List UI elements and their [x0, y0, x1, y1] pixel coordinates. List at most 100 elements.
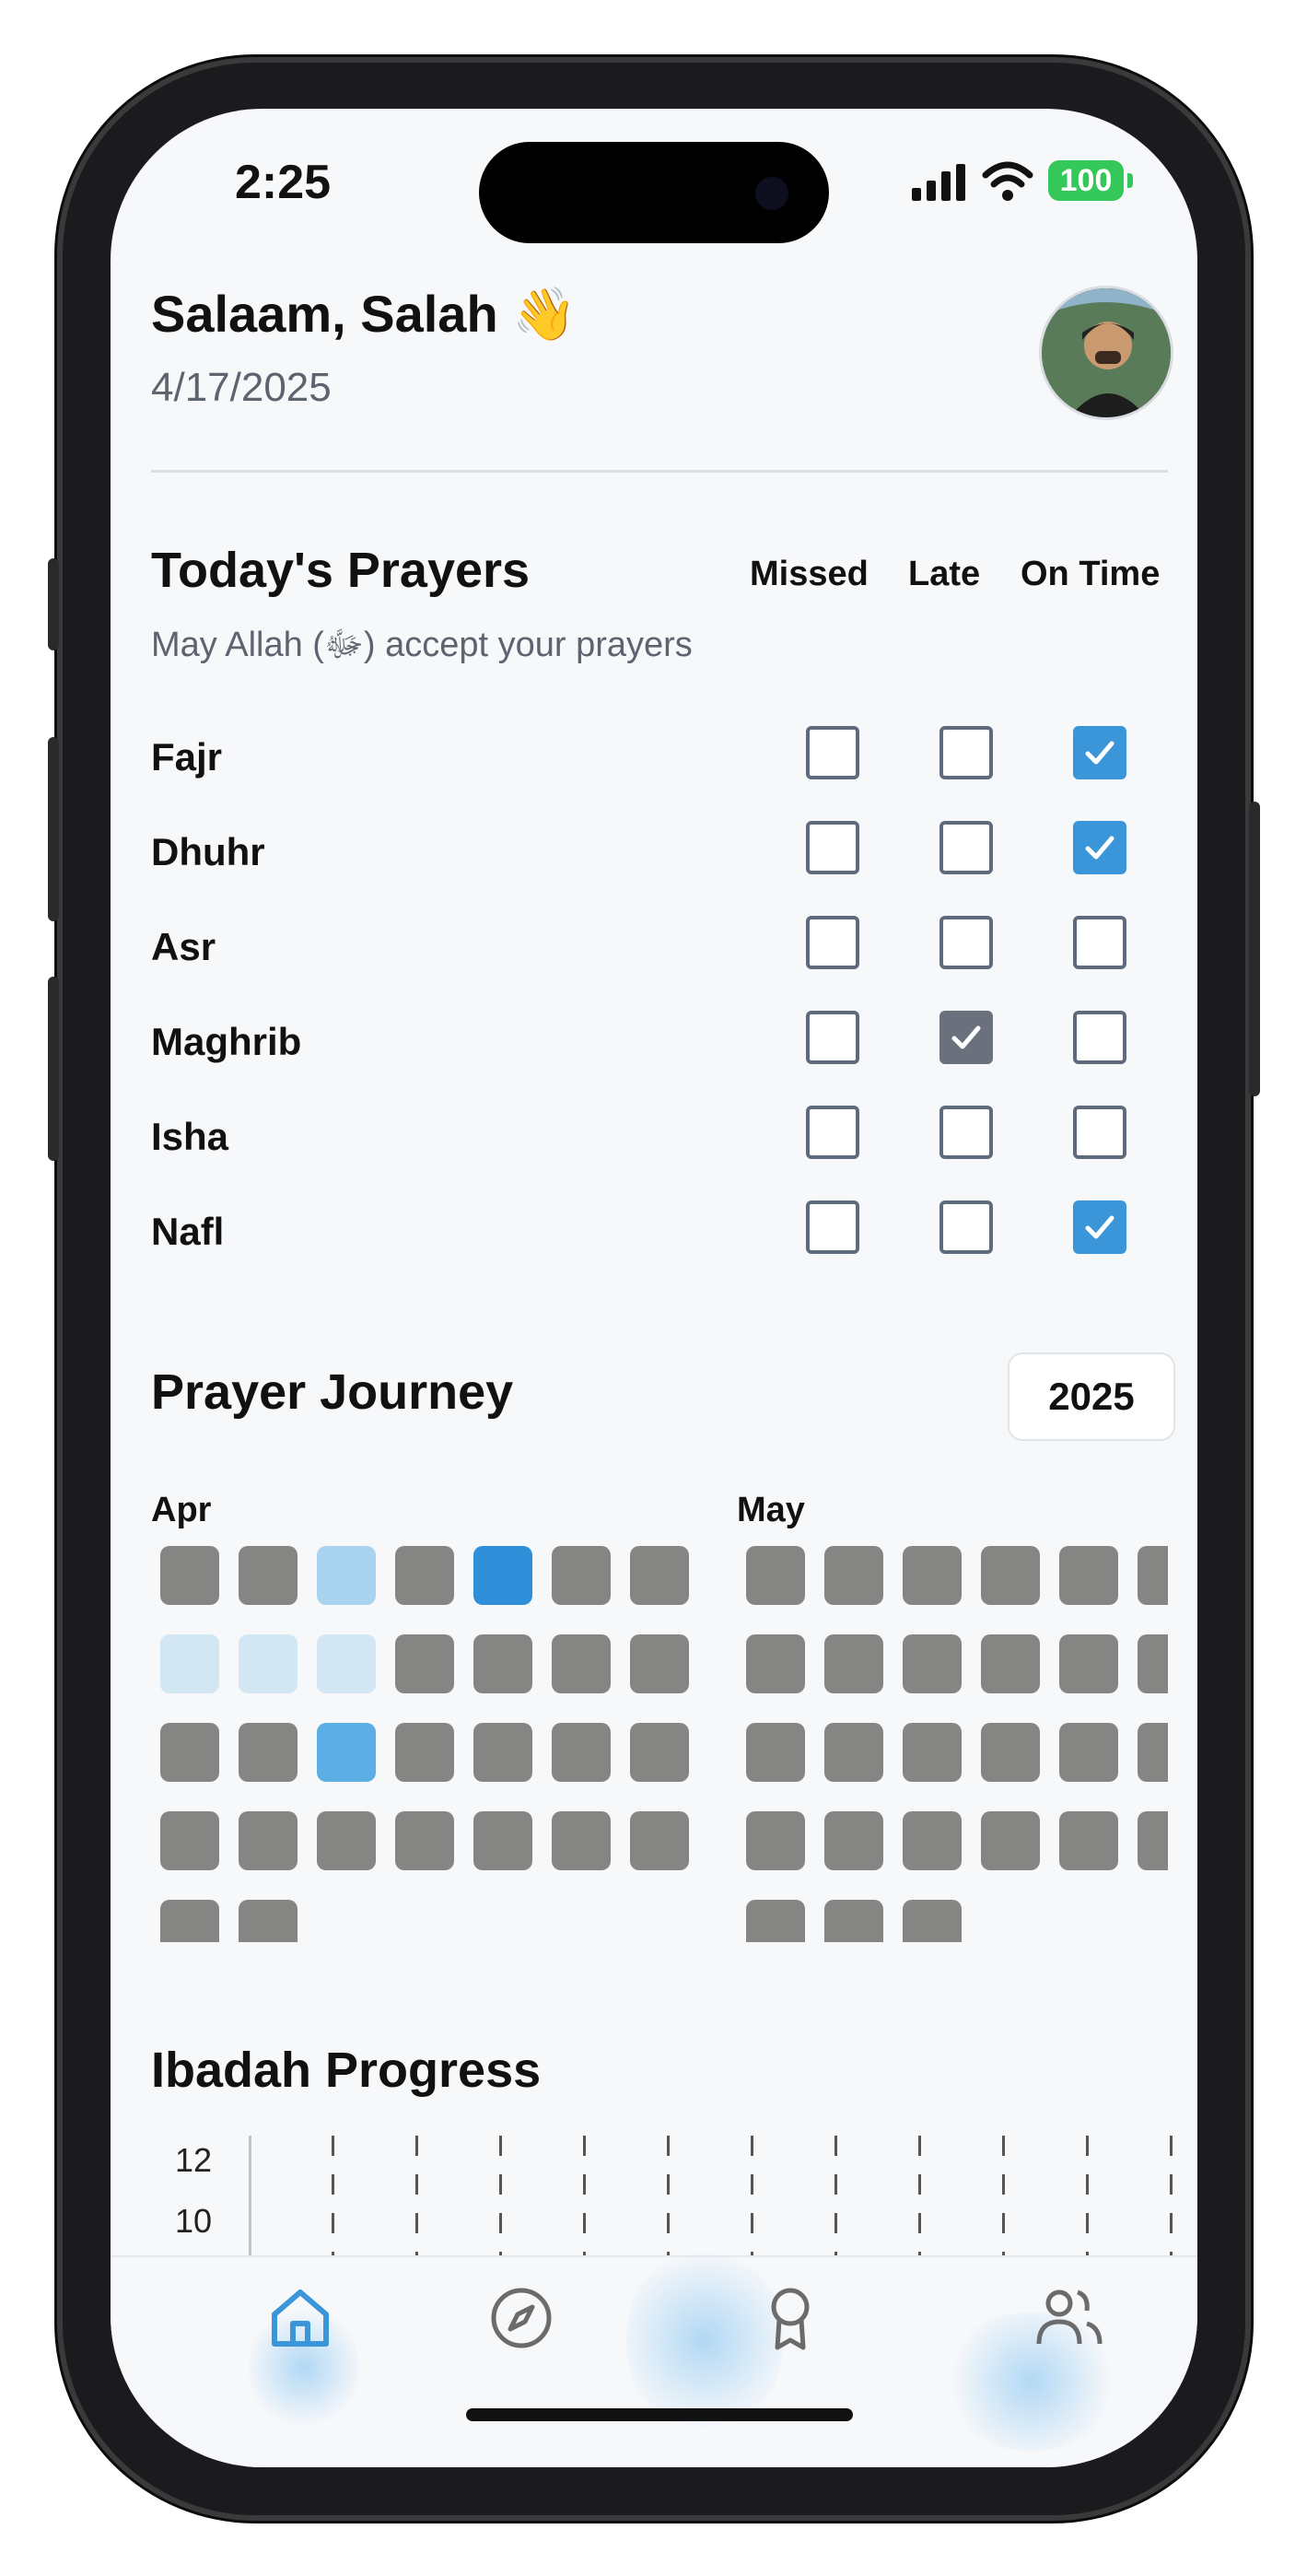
day-cell-may-18[interactable] [981, 1723, 1040, 1782]
battery-indicator: 100 [1048, 160, 1124, 201]
prayers-subtitle: May Allah (ﷻ) accept your prayers [151, 626, 693, 664]
day-cell-may-23[interactable] [824, 1811, 883, 1870]
day-cell-apr-30[interactable] [239, 1900, 298, 1942]
checkbox-asr-missed[interactable] [806, 916, 859, 969]
checkbox-isha-missed[interactable] [806, 1106, 859, 1159]
day-cell-apr-10[interactable] [317, 1634, 376, 1693]
chart-gridline [332, 2136, 334, 2255]
day-cell-may-12[interactable] [1059, 1634, 1118, 1693]
status-time: 2:25 [235, 156, 332, 209]
day-cell-apr-5[interactable] [473, 1546, 532, 1605]
checkbox-fajr-late[interactable] [939, 726, 993, 779]
day-cell-may-24[interactable] [903, 1811, 962, 1870]
day-cell-apr-22[interactable] [160, 1811, 219, 1870]
day-cell-apr-26[interactable] [473, 1811, 532, 1870]
day-cell-apr-24[interactable] [317, 1811, 376, 1870]
camera-icon [755, 177, 788, 210]
volume-down-button [48, 977, 59, 1161]
day-cell-apr-19[interactable] [473, 1723, 532, 1782]
home-icon[interactable] [263, 2281, 337, 2355]
tab-bar [111, 2239, 1197, 2467]
day-cell-may-20[interactable] [1138, 1723, 1168, 1782]
day-cell-apr-21[interactable] [630, 1723, 689, 1782]
day-cell-may-29[interactable] [746, 1900, 805, 1942]
users-icon[interactable] [1032, 2281, 1105, 2355]
compass-icon[interactable] [484, 2281, 558, 2355]
action-button [48, 558, 59, 650]
day-cell-may-16[interactable] [824, 1723, 883, 1782]
day-cell-apr-8[interactable] [160, 1634, 219, 1693]
day-cell-apr-14[interactable] [630, 1634, 689, 1693]
day-cell-may-25[interactable] [981, 1811, 1040, 1870]
day-cell-may-15[interactable] [746, 1723, 805, 1782]
checkbox-nafl-on-time[interactable] [1073, 1200, 1126, 1254]
day-cell-apr-23[interactable] [239, 1811, 298, 1870]
checkbox-nafl-late[interactable] [939, 1200, 993, 1254]
day-cell-apr-29[interactable] [160, 1900, 219, 1942]
day-cell-apr-17[interactable] [317, 1723, 376, 1782]
prayer-name-maghrib: Maghrib [151, 1020, 302, 1063]
column-missed: Missed [750, 555, 869, 593]
day-cell-apr-2[interactable] [239, 1546, 298, 1605]
day-cell-may-30[interactable] [824, 1900, 883, 1942]
day-cell-may-13[interactable] [1138, 1634, 1168, 1693]
checkbox-dhuhr-missed[interactable] [806, 821, 859, 874]
day-cell-apr-11[interactable] [395, 1634, 454, 1693]
day-cell-apr-18[interactable] [395, 1723, 454, 1782]
day-cell-may-22[interactable] [746, 1811, 805, 1870]
day-cell-may-10[interactable] [903, 1634, 962, 1693]
day-cell-may-11[interactable] [981, 1634, 1040, 1693]
day-cell-apr-7[interactable] [630, 1546, 689, 1605]
checkbox-asr-on-time[interactable] [1073, 916, 1126, 969]
month-label-may: May [737, 1491, 805, 1529]
day-cell-apr-28[interactable] [630, 1811, 689, 1870]
month-label-apr: Apr [151, 1491, 212, 1529]
checkbox-maghrib-on-time[interactable] [1073, 1011, 1126, 1064]
day-cell-may-31[interactable] [903, 1900, 962, 1942]
checkbox-fajr-on-time[interactable] [1073, 726, 1126, 779]
day-cell-may-8[interactable] [746, 1634, 805, 1693]
day-cell-may-19[interactable] [1059, 1723, 1118, 1782]
day-cell-apr-1[interactable] [160, 1546, 219, 1605]
day-cell-apr-3[interactable] [317, 1546, 376, 1605]
checkbox-dhuhr-late[interactable] [939, 821, 993, 874]
profile-avatar[interactable] [1039, 286, 1173, 420]
day-cell-may-26[interactable] [1059, 1811, 1118, 1870]
wifi-icon [982, 161, 1033, 201]
checkbox-isha-late[interactable] [939, 1106, 993, 1159]
chart-gridline [918, 2136, 921, 2255]
day-cell-may-4[interactable] [981, 1546, 1040, 1605]
day-cell-may-2[interactable] [824, 1546, 883, 1605]
home-indicator [466, 2408, 853, 2421]
day-cell-apr-6[interactable] [552, 1546, 611, 1605]
checkbox-asr-late[interactable] [939, 916, 993, 969]
checkbox-maghrib-missed[interactable] [806, 1011, 859, 1064]
checkbox-dhuhr-on-time[interactable] [1073, 821, 1126, 874]
checkbox-isha-on-time[interactable] [1073, 1106, 1126, 1159]
day-cell-apr-15[interactable] [160, 1723, 219, 1782]
checkbox-maghrib-late[interactable] [939, 1011, 993, 1064]
day-cell-apr-13[interactable] [552, 1634, 611, 1693]
day-cell-may-6[interactable] [1138, 1546, 1168, 1605]
volume-up-button [48, 737, 59, 921]
day-cell-apr-4[interactable] [395, 1546, 454, 1605]
day-cell-may-27[interactable] [1138, 1811, 1168, 1870]
day-cell-apr-25[interactable] [395, 1811, 454, 1870]
checkbox-fajr-missed[interactable] [806, 726, 859, 779]
column-late: Late [908, 555, 981, 593]
day-cell-apr-12[interactable] [473, 1634, 532, 1693]
day-cell-apr-16[interactable] [239, 1723, 298, 1782]
day-cell-may-17[interactable] [903, 1723, 962, 1782]
chart-gridline [751, 2136, 753, 2255]
day-cell-apr-27[interactable] [552, 1811, 611, 1870]
year-selector[interactable]: 2025 [1008, 1352, 1175, 1441]
checkbox-nafl-missed[interactable] [806, 1200, 859, 1254]
day-cell-apr-9[interactable] [239, 1634, 298, 1693]
day-cell-apr-20[interactable] [552, 1723, 611, 1782]
award-icon[interactable] [753, 2281, 827, 2355]
prayer-name-nafl: Nafl [151, 1210, 225, 1253]
day-cell-may-3[interactable] [903, 1546, 962, 1605]
day-cell-may-9[interactable] [824, 1634, 883, 1693]
day-cell-may-1[interactable] [746, 1546, 805, 1605]
day-cell-may-5[interactable] [1059, 1546, 1118, 1605]
